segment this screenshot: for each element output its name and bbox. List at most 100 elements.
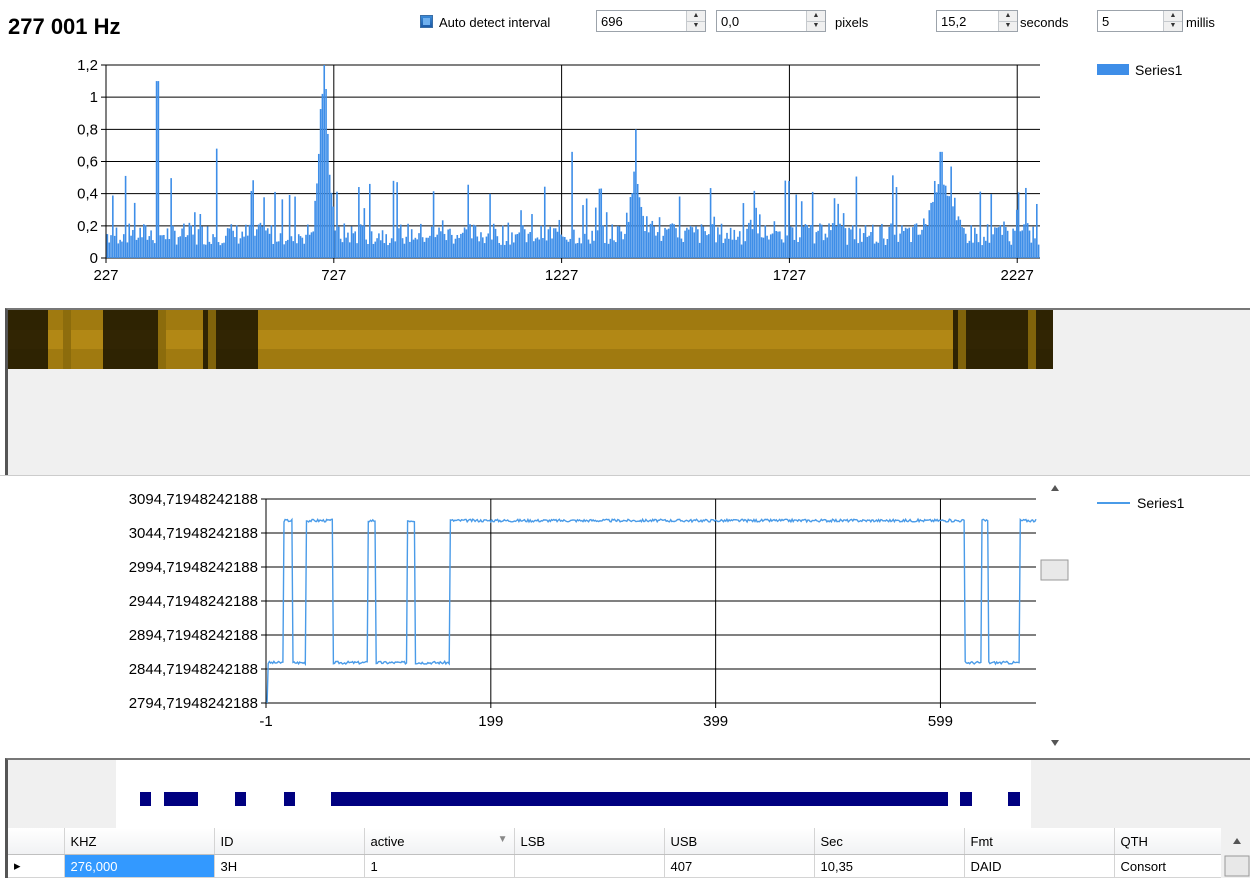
spectrum-bar	[219, 245, 222, 258]
spectrum-bar	[124, 175, 127, 258]
spectrum-bar	[117, 243, 120, 258]
grid-cell[interactable]: DAID	[964, 854, 1115, 878]
sort-dropdown-icon[interactable]: ▼	[498, 834, 508, 845]
signal-chart-scrollbar[interactable]	[1040, 480, 1070, 754]
spectrum-bar	[290, 236, 293, 258]
pixels-label: pixels	[835, 15, 869, 30]
spectrum-bar	[835, 226, 838, 258]
interval-stepper[interactable]: ▲▼	[596, 10, 706, 32]
spectrum-y-tick-label: 0,6	[77, 154, 98, 171]
spectrum-bar	[886, 238, 889, 258]
spectrum-bar	[892, 175, 894, 258]
grid-cell[interactable]: 276,000	[64, 854, 215, 878]
spectrum-bar	[259, 222, 262, 258]
seconds-down-button[interactable]: ▼	[999, 21, 1017, 31]
grid-column-header[interactable]: active ▼	[364, 828, 515, 855]
scroll-up-arrow-icon[interactable]	[1051, 485, 1059, 491]
interval-down-button[interactable]: ▼	[687, 21, 705, 31]
spectrum-bar	[183, 223, 185, 258]
spectrum-bar	[735, 239, 737, 258]
spectrum-bar	[615, 242, 617, 258]
spectrum-bar	[155, 81, 158, 258]
millis-input[interactable]	[1098, 11, 1164, 31]
spectrum-y-tick-label: 0,4	[77, 186, 98, 203]
grid-cell[interactable]	[514, 854, 665, 878]
spectrum-bar	[788, 180, 790, 258]
seconds-input[interactable]	[937, 11, 999, 31]
spectrum-bar	[811, 191, 814, 258]
spectrum-bar	[445, 240, 448, 258]
grid-column-header[interactable]: QTH	[1114, 828, 1235, 855]
auto-detect-checkbox[interactable]	[420, 15, 433, 28]
signal-y-tick-label: 3044,71948242188	[129, 525, 258, 542]
grid-scroll-thumb[interactable]	[1224, 855, 1250, 877]
interval-input[interactable]	[597, 11, 687, 31]
spectrum-bar	[268, 233, 271, 258]
spectrum-bar	[789, 226, 792, 258]
stations-grid[interactable]: KHZ ID active ▼ LSB USB Sec Fmt QTH ▸ 276,000 3H 1 4…	[5, 828, 1250, 878]
grid-cell[interactable]: 1	[364, 854, 515, 878]
millis-stepper[interactable]: ▲▼	[1097, 10, 1183, 32]
spectrum-bar	[711, 224, 714, 258]
offset-stepper[interactable]: ▲▼	[716, 10, 826, 32]
spectrum-bar	[569, 238, 572, 258]
spectrum-y-tick-label: 1,2	[77, 57, 98, 74]
spectrum-bar	[782, 242, 785, 258]
spectrum-bar	[740, 244, 743, 258]
grid-column-header[interactable]	[8, 828, 65, 855]
spectrum-bar	[491, 239, 493, 258]
spectrum-bar	[250, 190, 253, 258]
spectrum-bar	[881, 223, 883, 258]
spectrum-bar	[986, 224, 989, 258]
spectrum-bar	[184, 237, 187, 258]
grid-column-header[interactable]: Fmt	[964, 828, 1115, 855]
spectrum-bar	[717, 227, 719, 258]
spectrum-bar	[215, 148, 218, 258]
seconds-stepper[interactable]: ▲▼	[936, 10, 1018, 32]
offset-input[interactable]	[717, 11, 807, 31]
spectrum-bar	[810, 225, 812, 258]
row-selector[interactable]: ▸	[8, 854, 65, 878]
spectrum-bar	[833, 198, 836, 258]
spectrum-bar	[252, 180, 254, 258]
bit-segment	[1008, 792, 1020, 806]
table-row[interactable]: ▸ 276,000 3H 1 407 10,35 DAID Consort	[8, 854, 1235, 878]
spectrum-bar	[808, 227, 810, 258]
grid-column-header[interactable]: Sec	[814, 828, 965, 855]
spectrum-bar	[890, 223, 892, 258]
spectrum-bar	[314, 200, 316, 258]
spectrum-bar	[223, 242, 225, 258]
grid-column-header[interactable]: USB	[664, 828, 815, 855]
grid-cell[interactable]: 407	[664, 854, 815, 878]
millis-down-button[interactable]: ▼	[1164, 21, 1182, 31]
spectrum-bar	[1037, 244, 1040, 258]
spectrum-bar	[899, 233, 901, 258]
grid-cell[interactable]: 3H	[214, 854, 365, 878]
spectrum-chart[interactable]: 0 0,2 0,4 0,6 0,8 1 1,2 227 727 1227 1727 2227 Serie…	[0, 52, 1250, 306]
waterfall-display[interactable]	[5, 308, 1250, 475]
grid-column-header[interactable]: ID	[214, 828, 365, 855]
spectrum-bar	[172, 225, 174, 258]
grid-column-header[interactable]: LSB	[514, 828, 665, 855]
signal-x-tick-label: 599	[928, 713, 953, 730]
spectrum-bar	[144, 225, 147, 258]
spectrum-y-tick-label: 0,2	[77, 218, 98, 235]
scroll-thumb[interactable]	[1040, 559, 1069, 581]
spectrum-bar	[837, 203, 839, 258]
grid-scrollbar[interactable]	[1221, 828, 1250, 878]
spectrum-bar	[574, 243, 577, 258]
grid-cell[interactable]: Consort	[1114, 854, 1235, 878]
bit-segment	[235, 792, 246, 806]
grid-cell[interactable]: 10,35	[814, 854, 965, 878]
spectrum-bar	[285, 240, 287, 258]
spectrum-bar	[254, 235, 256, 258]
grid-column-header[interactable]: KHZ	[64, 828, 215, 855]
spectrum-bar	[409, 241, 411, 258]
spectrum-bar	[753, 190, 756, 258]
offset-down-button[interactable]: ▼	[807, 21, 825, 31]
spectrum-bar	[365, 239, 367, 258]
scroll-down-arrow-icon[interactable]	[1051, 740, 1059, 746]
spectrum-bar	[230, 224, 233, 258]
spectrum-bar	[248, 224, 251, 258]
spectrum-bar	[994, 227, 996, 258]
